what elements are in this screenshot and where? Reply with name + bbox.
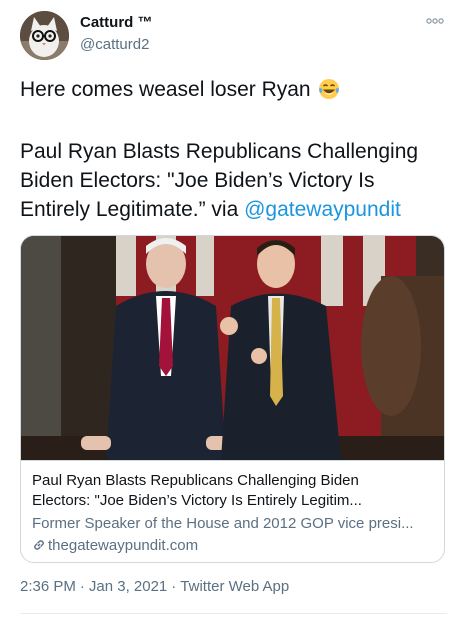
more-options-icon[interactable] — [426, 14, 444, 28]
tweet-text: Here comes weasel loser Ryan Paul Ryan B… — [20, 75, 440, 224]
link-card[interactable]: Paul Ryan Blasts Republicans Challenging… — [20, 235, 445, 563]
tweet-line-1: Here comes weasel loser Ryan — [20, 75, 440, 108]
mention-link[interactable]: @gatewaypundit — [244, 198, 401, 221]
tweet-meta: 2:36 PM · Jan 3, 2021 · Twitter Web App — [20, 578, 289, 595]
avatar[interactable] — [20, 11, 69, 60]
tweet-line-2: Paul Ryan Blasts Republicans Challenging… — [20, 137, 440, 224]
card-title: Paul Ryan Blasts Republicans Challenging… — [32, 471, 437, 511]
meta-separator: · — [79, 578, 85, 595]
tweet-date[interactable]: Jan 3, 2021 — [89, 578, 167, 595]
author-handle[interactable]: @catturd2 — [80, 36, 149, 53]
divider — [20, 613, 447, 614]
card-domain: thegatewaypundit.com — [32, 536, 198, 556]
cat-avatar-icon — [20, 11, 69, 60]
tweet-source[interactable]: Twitter Web App — [180, 578, 289, 595]
author-display-name[interactable]: Catturd ™ — [80, 14, 153, 31]
card-body: Paul Ryan Blasts Republicans Challenging… — [21, 460, 444, 562]
link-icon — [34, 540, 44, 550]
card-title-line-2: Electors: "Joe Biden’s Victory Is Entire… — [32, 492, 362, 509]
card-image — [21, 236, 444, 460]
card-title-line-1: Paul Ryan Blasts Republicans Challenging… — [32, 472, 359, 489]
tweet-time[interactable]: 2:36 PM — [20, 578, 76, 595]
meta-separator: · — [171, 578, 177, 595]
tweet-line-1-text: Here comes weasel loser Ryan — [20, 78, 311, 101]
card-domain-text: thegatewaypundit.com — [48, 537, 199, 554]
tears-of-joy-emoji-icon — [318, 78, 340, 108]
card-description: Former Speaker of the House and 2012 GOP… — [32, 515, 414, 532]
